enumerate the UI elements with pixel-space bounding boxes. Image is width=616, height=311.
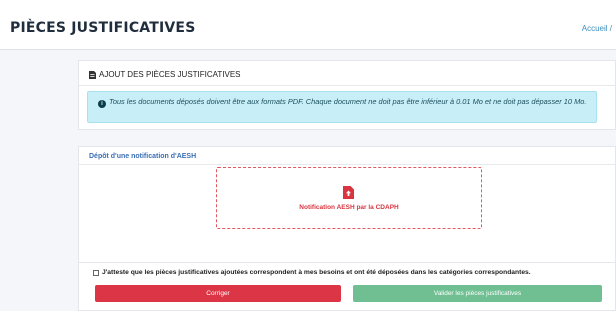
file-dropzone[interactable]: Notification AESH par la CDAPH — [216, 167, 482, 229]
attest-label: J'atteste que les pièces justificatives … — [102, 269, 531, 276]
divider — [79, 164, 615, 165]
upload-card-title-text: AJOUT DES PIÈCES JUSTIFICATIVES — [99, 70, 241, 79]
info-circle-icon: i — [98, 100, 106, 108]
divider — [79, 85, 615, 86]
breadcrumb[interactable]: Accueil / — [582, 24, 612, 33]
upload-card: AJOUT DES PIÈCES JUSTIFICATIVES i Tous le… — [78, 60, 616, 130]
attest-row[interactable]: J'atteste que les pièces justificatives … — [93, 269, 531, 276]
file-upload-icon — [343, 186, 354, 199]
valider-button[interactable]: Valider les pièces justificatives — [353, 285, 602, 302]
page-title: PIÈCES JUSTIFICATIVES — [10, 20, 196, 36]
deposit-card: Dépôt d'une notification d'AESH Notifica… — [78, 146, 616, 266]
left-gutter — [0, 50, 78, 311]
app-frame: PIÈCES JUSTIFICATIVES Accueil / AJOUT DE… — [0, 0, 616, 311]
info-alert: i Tous les documents déposés doivent être… — [87, 91, 597, 123]
attest-checkbox[interactable] — [93, 269, 99, 276]
alert-text: Tous les documents déposés doivent être … — [109, 97, 587, 106]
deposit-card-title: Dépôt d'une notification d'AESH — [89, 153, 197, 160]
dropzone-label: Notification AESH par la CDAPH — [299, 204, 399, 211]
page-header: PIÈCES JUSTIFICATIVES Accueil / — [0, 0, 616, 50]
corriger-button[interactable]: Corriger — [95, 285, 341, 302]
upload-card-title: AJOUT DES PIÈCES JUSTIFICATIVES — [89, 70, 241, 79]
file-icon — [89, 70, 96, 79]
validation-footer: J'atteste que les pièces justificatives … — [78, 262, 616, 311]
